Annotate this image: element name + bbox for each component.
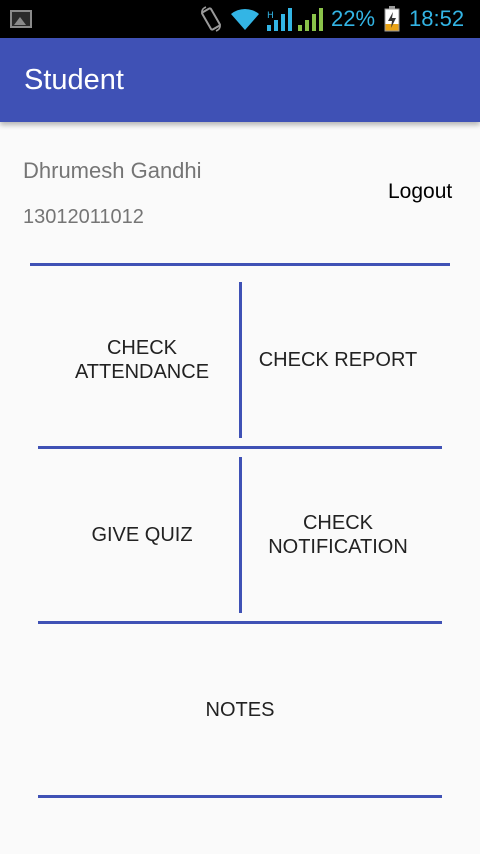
notes-label: NOTES	[205, 699, 275, 721]
status-bar: H 22% 18:52	[0, 0, 480, 38]
divider-lower	[38, 621, 442, 624]
divider-vertical-1	[239, 282, 242, 438]
app-title: Student	[24, 64, 124, 96]
divider-middle	[38, 446, 442, 449]
give-quiz-label: GIVE QUIZ	[91, 524, 193, 546]
signal-icon: H	[267, 8, 292, 31]
check-attendance-button[interactable]: CHECK ATTENDANCE	[62, 282, 222, 438]
clock: 18:52	[409, 6, 465, 31]
notes-button[interactable]: NOTES	[38, 630, 442, 790]
screen-rotation-icon	[201, 6, 221, 32]
divider-top	[30, 263, 450, 266]
signal-icon	[298, 8, 323, 31]
check-notification-button[interactable]: CHECK NOTIFICATION	[258, 457, 418, 613]
logout-button[interactable]: Logout	[388, 178, 452, 206]
check-report-button[interactable]: CHECK REPORT	[245, 282, 431, 438]
image-notification-icon	[10, 10, 32, 28]
check-attendance-label: CHECK ATTENDANCE	[74, 337, 210, 383]
student-id: 13012011012	[23, 206, 144, 228]
battery-charging-icon	[384, 6, 400, 32]
divider-vertical-2	[239, 457, 242, 613]
battery-percent: 22%	[331, 6, 376, 31]
student-name: Dhrumesh Gandhi	[23, 158, 202, 183]
check-report-label: CHECK REPORT	[258, 349, 418, 371]
wifi-icon	[231, 8, 259, 30]
app-bar: Student	[0, 38, 480, 122]
check-notification-label: CHECK NOTIFICATION	[268, 512, 408, 558]
svg-text:H: H	[267, 11, 274, 21]
give-quiz-button[interactable]: GIVE QUIZ	[45, 457, 239, 613]
divider-bottom	[38, 795, 442, 798]
